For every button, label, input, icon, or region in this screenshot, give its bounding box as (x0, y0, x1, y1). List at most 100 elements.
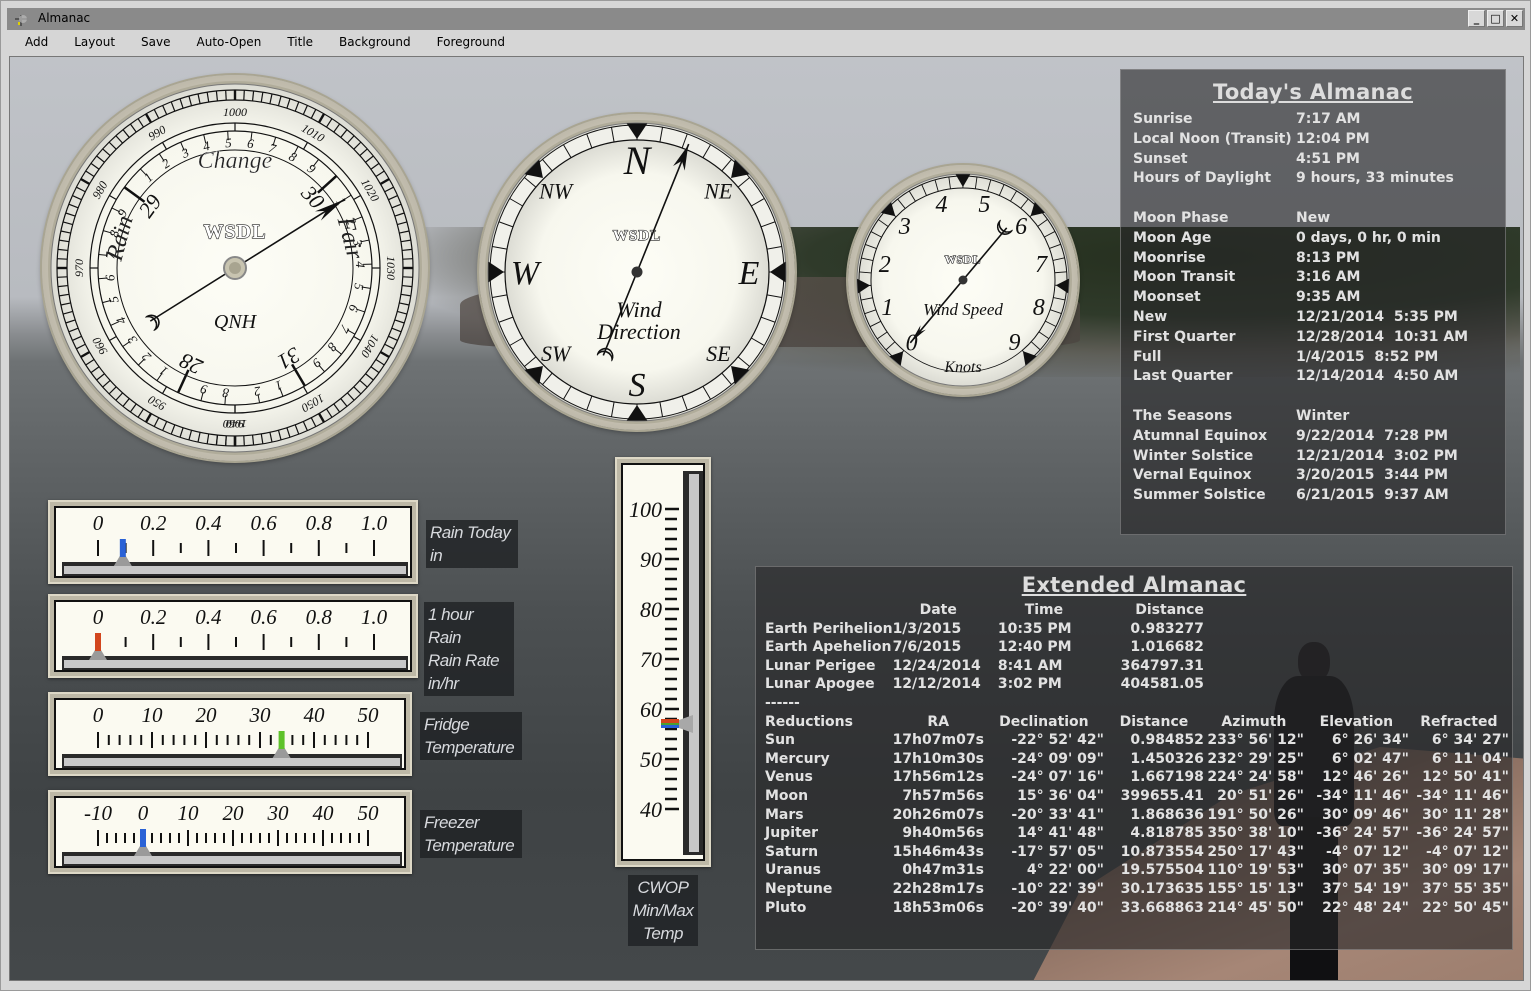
hpa-minor-tick (243, 90, 245, 101)
table-cell: 10.873554 (1120, 843, 1204, 860)
wind-speed-hub (958, 275, 968, 285)
fridge-temperature-gauge[interactable]: 0 10 20 30 40 50 (48, 692, 412, 776)
speed-label: 9 (1009, 330, 1021, 356)
thermometer-current-marker (661, 723, 679, 725)
table-cell: 404581.05 (1120, 676, 1204, 693)
rain-today-label: Rain Today in (426, 520, 518, 568)
row-value: 3:16 AM (1296, 269, 1361, 286)
menu-save[interactable]: Save (124, 31, 178, 55)
season-row: Atumnal Equinox 9/22/2014 7:28 PM (1121, 427, 1505, 447)
fridge-temperature-scale: 0 10 20 30 40 50 (62, 703, 402, 768)
sun-row: Sunset 4:51 PM (1121, 150, 1505, 170)
table-cell: Lunar Apogee (765, 676, 875, 693)
table-cell: 6° 11' 04" (1431, 750, 1509, 767)
menu-add[interactable]: Add (7, 31, 56, 55)
table-cell: 37° 55' 35" (1422, 880, 1509, 897)
gauge-track-inner (64, 856, 400, 864)
wind-direction-hub (631, 266, 643, 278)
row-label: Sunset (1133, 150, 1188, 167)
hpa-minor-tick (225, 435, 227, 446)
table-cell: 17h07m07s (892, 732, 984, 749)
table-cell: 155° 15' 13" (1207, 880, 1304, 897)
table-cell: Distance (1119, 713, 1189, 730)
menu-layout[interactable]: Layout (57, 31, 123, 55)
scale-label: 0 (93, 605, 104, 629)
row-value: 0 days, 0 hr, 0 min (1296, 229, 1441, 246)
thermometer-label: 60 (640, 697, 662, 722)
row-label: First Quarter (1133, 328, 1236, 345)
table-cell: 250° 17' 43" (1207, 843, 1304, 860)
scale-label: 30 (267, 801, 290, 825)
row-label: Local Noon (Transit) (1133, 130, 1292, 147)
compass-label-ne: NE (703, 178, 733, 203)
hpa-minor-tick (57, 276, 68, 278)
table-cell: 0.984852 (1130, 732, 1204, 749)
table-cell: Earth Apehelion (765, 639, 892, 656)
hpa-label: 1060 (223, 417, 247, 431)
row-label: Last Quarter (1133, 368, 1233, 385)
freezer-temperature-gauge[interactable]: -10 0 10 20 30 40 50 (48, 790, 412, 874)
table-cell: 14° 41' 48" (1017, 825, 1104, 842)
compass-label-nw: NW (538, 178, 574, 203)
maximize-button[interactable]: □ (1487, 10, 1504, 27)
rain-today-gauge[interactable]: 0 0.2 0.4 0.6 0.8 1.0 (48, 500, 418, 584)
table-cell: -17° 57' 05" (1011, 843, 1104, 860)
moon-row: Moon Transit 3:16 AM (1121, 268, 1505, 288)
table-cell: 8:41 AM (997, 657, 1063, 674)
menu-auto-open[interactable]: Auto-Open (180, 31, 270, 55)
row-label: Atumnal Equinox (1133, 427, 1268, 444)
scale-label: 50 (358, 801, 380, 825)
gauge-track-inner (64, 566, 406, 574)
minimize-button[interactable]: _ (1468, 10, 1485, 27)
barometer-dial: 9409509609709809901000101010201030104010… (48, 81, 422, 455)
table-cell: 12/12/2014 (892, 676, 981, 693)
barometer-gauge[interactable]: 940 950 960 970 980 990 1000 1010 1020 1030 1040 10… (42, 75, 428, 461)
table-cell: 18h53m06s (892, 899, 984, 916)
rain-rate-gauge[interactable]: 0 0.2 0.4 0.6 0.8 1.0 (48, 594, 418, 678)
table-cell: -10° 22' 39" (1011, 880, 1104, 897)
inhg-minor-label: 4 (353, 261, 368, 268)
table-cell: 350° 38' 10" (1207, 825, 1304, 842)
menu-title[interactable]: Title (270, 31, 321, 55)
table-cell: 191° 50' 26" (1207, 806, 1304, 823)
table-cell: Earth Perihelion (765, 620, 893, 637)
table-cell: 1.667198 (1130, 769, 1204, 786)
season-row: Summer Solstice 6/21/2015 9:37 AM (1121, 486, 1505, 506)
table-cell: Date (919, 602, 957, 618)
row-value: 9/22/2014 7:28 PM (1296, 427, 1449, 444)
menu-foreground[interactable]: Foreground (420, 31, 513, 55)
table-cell: 20° 51' 26" (1217, 787, 1304, 804)
menu-background[interactable]: Background (322, 31, 419, 55)
moon-row: Full 1/4/2015 8:52 PM (1121, 348, 1505, 368)
rain-today-scale: 0 0.2 0.4 0.6 0.8 1.0 (62, 511, 408, 576)
season-row: The Seasons Winter (1121, 407, 1505, 427)
row-value: 7:17 AM (1296, 111, 1361, 127)
thermometer-min-marker (661, 725, 679, 728)
row-label: Vernal Equinox (1133, 467, 1252, 484)
table-cell: 30° 11' 28" (1422, 806, 1509, 823)
speed-label: 1 (881, 295, 893, 321)
cwop-thermometer-scale: 100 90 80 70 60 50 40 (629, 471, 703, 855)
compass-label-n: N (623, 138, 653, 183)
cwop-thermometer-gauge[interactable]: 100 90 80 70 60 50 40 (615, 457, 711, 867)
table-cell: 30° 07' 35" (1322, 862, 1409, 879)
compass-label-sw: SW (541, 341, 572, 366)
app-icon (13, 12, 29, 26)
table-cell: 22° 48' 24" (1322, 899, 1409, 916)
scale-label: 0 (93, 703, 104, 727)
cwop-thermometer-label: CWOP Min/Max Temp (628, 875, 698, 946)
table-cell: 7/6/2015 (892, 639, 962, 656)
scale-label: 10 (178, 801, 200, 825)
table-cell: 30° 09' 17" (1422, 862, 1509, 879)
table-cell: 22h28m17s (892, 880, 984, 897)
thermometer-pointer (679, 715, 693, 733)
table-cell: 9h40m56s (902, 825, 984, 842)
hpa-label: 1000 (223, 105, 247, 119)
compass-label-e: E (738, 255, 760, 292)
extended-almanac-panel: Extended Almanac Date Time Distance Earth P… (755, 566, 1513, 950)
value-pointer-base (134, 846, 152, 856)
wind-speed-gauge[interactable]: 0 1 2 3 4 5 6 7 8 9 WSDL Wind Speed Knots ☾ (848, 165, 1078, 395)
close-button[interactable]: ✕ (1506, 10, 1523, 27)
wind-direction-gauge[interactable]: N NE E SE S SW W NW WSDL Wind Direction ☾ (479, 114, 795, 430)
table-cell: Mercury (765, 750, 830, 767)
